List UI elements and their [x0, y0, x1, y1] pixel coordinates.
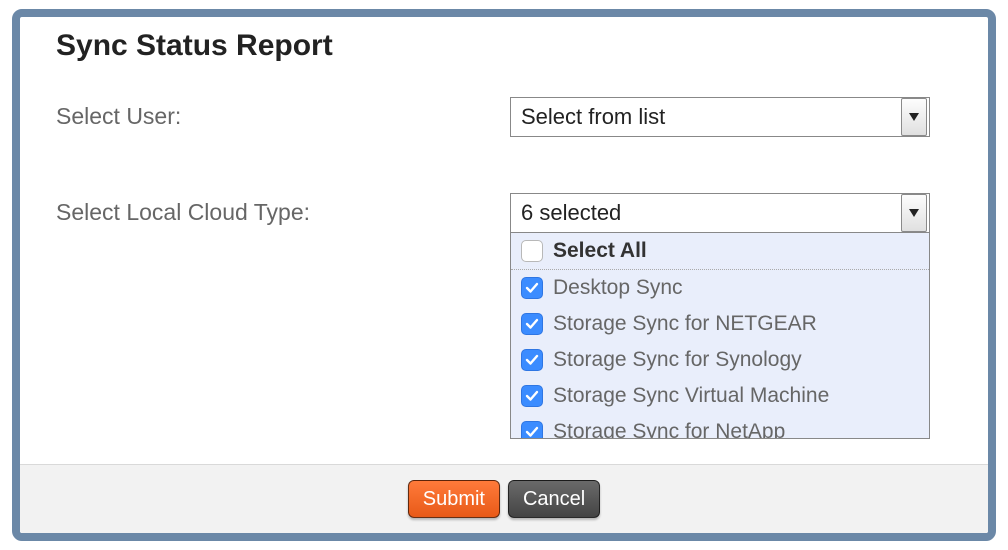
col-select-user: Select from list: [510, 97, 930, 137]
checkbox-checked-icon[interactable]: [521, 421, 543, 439]
dialog-footer: Submit Cancel: [20, 464, 988, 533]
submit-button[interactable]: Submit: [408, 480, 500, 518]
label-select-user: Select User:: [56, 97, 510, 137]
checkbox-icon[interactable]: [521, 240, 543, 262]
col-cloud-type: 6 selected Select All: [510, 193, 930, 233]
option-label: Storage Sync for NETGEAR: [553, 312, 817, 336]
checkbox-checked-icon[interactable]: [521, 277, 543, 299]
option-desktop-sync[interactable]: Desktop Sync: [511, 270, 929, 306]
checkbox-checked-icon[interactable]: [521, 313, 543, 335]
chevron-down-icon[interactable]: [901, 98, 927, 136]
select-user-dropdown[interactable]: Select from list: [510, 97, 930, 137]
page-title: Sync Status Report: [56, 29, 958, 63]
cloud-type-options-scroll[interactable]: Select All Desktop Sync: [511, 233, 929, 439]
option-label: Storage Sync for NetApp: [553, 420, 785, 439]
row-cloud-type: Select Local Cloud Type: 6 selected: [56, 193, 958, 233]
label-cloud-type: Select Local Cloud Type:: [56, 193, 510, 233]
checkbox-checked-icon[interactable]: [521, 385, 543, 407]
dialog-content: Sync Status Report Select User: Select f…: [20, 17, 988, 465]
option-netapp[interactable]: Storage Sync for NetApp: [511, 414, 929, 439]
option-label: Storage Sync for Synology: [553, 348, 802, 372]
option-netgear[interactable]: Storage Sync for NETGEAR: [511, 306, 929, 342]
option-label: Select All: [553, 239, 647, 263]
row-select-user: Select User: Select from list: [56, 97, 958, 137]
chevron-down-icon[interactable]: [901, 194, 927, 232]
cloud-type-summary: 6 selected: [521, 200, 621, 226]
option-synology[interactable]: Storage Sync for Synology: [511, 342, 929, 378]
dialog-frame: Sync Status Report Select User: Select f…: [12, 9, 996, 541]
select-user-value: Select from list: [521, 104, 665, 130]
cancel-button[interactable]: Cancel: [508, 480, 600, 518]
option-select-all[interactable]: Select All: [511, 233, 929, 270]
option-label: Desktop Sync: [553, 276, 683, 300]
cloud-type-options-panel: Select All Desktop Sync: [510, 233, 930, 439]
cloud-type-dropdown[interactable]: 6 selected: [510, 193, 930, 233]
cloud-type-multiselect: 6 selected Select All: [510, 193, 930, 233]
option-virtual-machine[interactable]: Storage Sync Virtual Machine: [511, 378, 929, 414]
option-label: Storage Sync Virtual Machine: [553, 384, 829, 408]
checkbox-checked-icon[interactable]: [521, 349, 543, 371]
